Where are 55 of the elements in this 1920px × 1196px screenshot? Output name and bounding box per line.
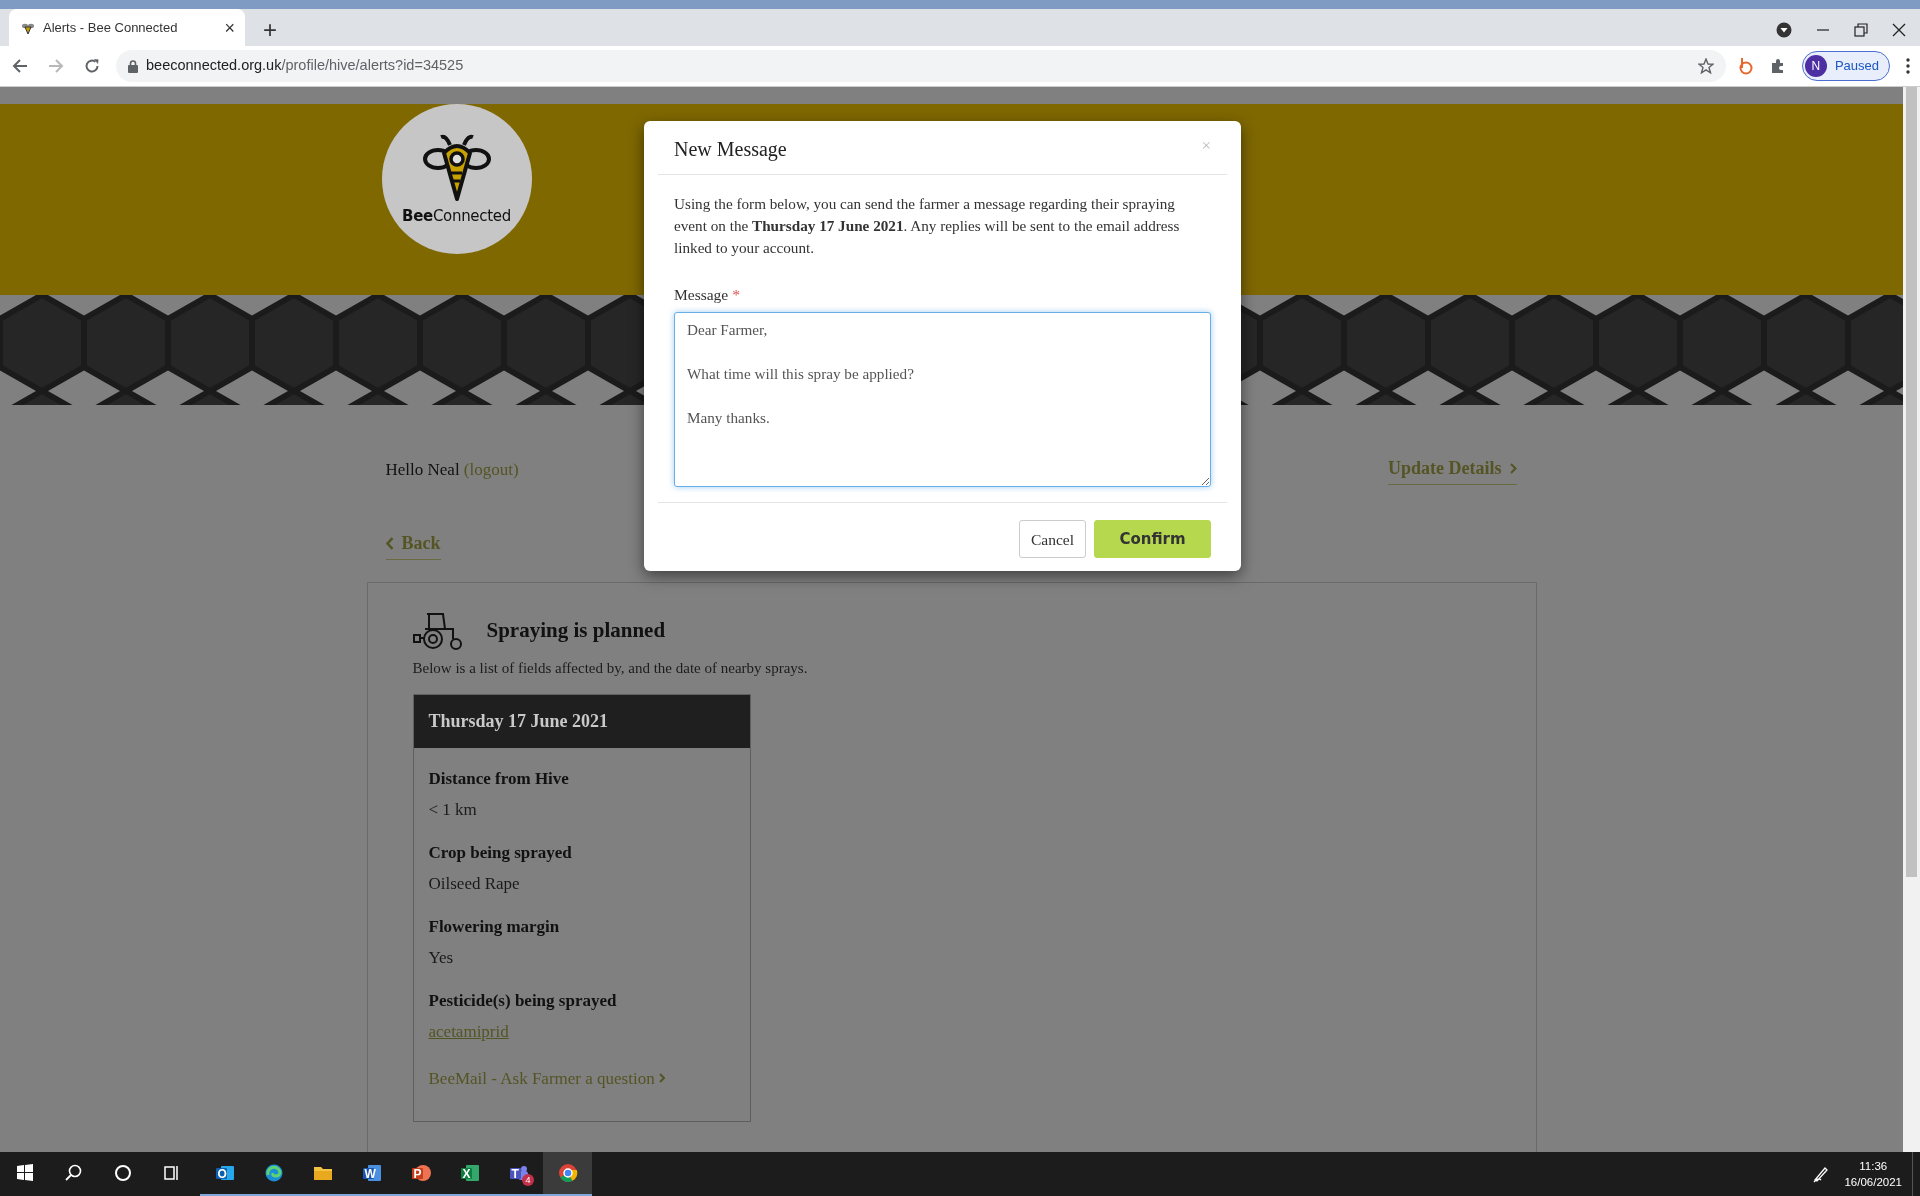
puzzle-icon[interactable]: [1769, 58, 1786, 74]
cancel-button[interactable]: Cancel: [1018, 520, 1086, 559]
more-menu-icon[interactable]: [1906, 58, 1910, 74]
taskbar-button[interactable]: X: [445, 1152, 494, 1196]
circle-icon: [112, 1163, 133, 1183]
back-arrow-icon[interactable]: [12, 58, 28, 74]
taskbar-button[interactable]: [543, 1152, 592, 1196]
close-icon[interactable]: [1892, 23, 1906, 37]
edge-icon: [263, 1163, 284, 1183]
taskbar-button[interactable]: P: [396, 1152, 445, 1196]
taskbar-button[interactable]: O: [200, 1152, 249, 1196]
field-label: Flowering margin: [428, 915, 561, 938]
new-tab-button[interactable]: +: [259, 18, 281, 42]
field-value: Yes: [428, 947, 455, 969]
chevron-right-icon: [1509, 463, 1517, 474]
bookmark-star-icon[interactable]: [1697, 58, 1714, 74]
chevron-left-icon: [385, 537, 394, 550]
field-value: Oilseed Rape: [428, 873, 521, 895]
dialog-title: New Message: [674, 137, 787, 161]
lock-icon: [128, 59, 138, 73]
extension-icon[interactable]: [1737, 57, 1754, 75]
notification-badge: 4: [522, 1174, 534, 1186]
url-text: beeconnected.org.uk/profile/hive/alerts?id=34525: [146, 56, 465, 76]
logo-badge[interactable]: BeeConnected: [381, 104, 532, 254]
tractor-icon: [412, 611, 463, 651]
taskbar-clock[interactable]: 11:36 16/06/2021: [1844, 1158, 1902, 1190]
field-label: Crop being sprayed: [428, 841, 573, 864]
logo-text: BeeConnected: [402, 205, 511, 227]
tab-title: Alerts - Bee Connected: [43, 18, 179, 37]
taskbar-button[interactable]: W: [347, 1152, 396, 1196]
field-label: Distance from Hive: [428, 767, 570, 790]
field-label: Pesticide(s) being sprayed: [428, 989, 618, 1012]
restore-icon[interactable]: [1854, 23, 1868, 37]
dialog-intro-text: Using the form below, you can send the farmer a message regarding their spraying event on the Thursday 17 June 2021. Any replies will be sent to the email address linked to your account.: [674, 194, 1181, 258]
tab-close-button[interactable]: ×: [224, 18, 235, 37]
reload-icon[interactable]: [84, 58, 100, 74]
event-date-header: Thursday 17 June 2021: [413, 694, 750, 748]
windows-icon: [14, 1163, 35, 1183]
chrome-icon: [557, 1163, 578, 1183]
confirm-button[interactable]: Confirm: [1094, 520, 1211, 559]
greeting-text: Hello Neal (logout): [385, 459, 519, 482]
profile-button[interactable]: N Paused: [1801, 51, 1890, 81]
search-icon: [63, 1163, 84, 1183]
browser-tab[interactable]: Alerts - Bee Connected ×: [9, 9, 245, 46]
avatar: N: [1804, 55, 1827, 77]
chevron-right-icon: [658, 1073, 665, 1084]
message-label: Message *: [674, 285, 741, 305]
alert-description: Below is a list of fields affected by, and the date of nearby sprays.: [412, 659, 809, 678]
address-bar[interactable]: beeconnected.org.uk/profile/hive/alerts?id=34525: [116, 50, 1726, 82]
field-value: < 1 km: [428, 799, 478, 821]
alert-title: Spraying is planned: [486, 618, 666, 644]
media-control-icon[interactable]: [1776, 22, 1792, 38]
scrollbar[interactable]: [1903, 87, 1920, 1152]
message-field[interactable]: Dear Farmer, What time will this spray be applied? Many thanks.: [674, 312, 1211, 488]
scrollbar-thumb[interactable]: [1906, 87, 1917, 877]
